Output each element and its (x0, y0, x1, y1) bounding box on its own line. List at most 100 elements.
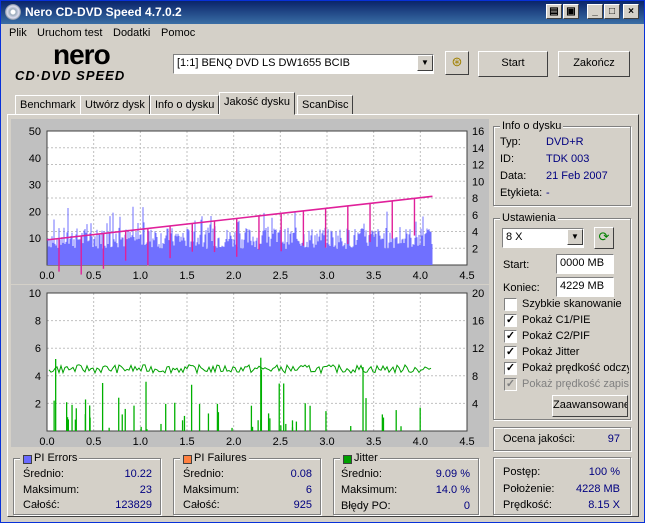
menu-plik[interactable]: Plik (9, 27, 27, 39)
pif-total-value: 925 (293, 499, 312, 511)
y-tick-right: 12 (472, 343, 484, 355)
y-tick-right: 16 (472, 126, 484, 138)
label-value: - (546, 187, 550, 199)
progress-label: Postęp: (503, 466, 541, 478)
plot-area (47, 293, 467, 431)
eject-button[interactable]: ⊛ (445, 51, 469, 75)
position-value: 4228 MB (575, 483, 620, 495)
label-label: Etykieta: (500, 187, 543, 199)
menu-dodatki[interactable]: Dodatki (113, 27, 150, 39)
x-tick: 2.5 (273, 270, 288, 282)
close-button[interactable]: × (623, 4, 639, 19)
y-tick-left: 8 (35, 316, 41, 328)
jitter-avg-value: 9.09 % (435, 468, 470, 480)
id-value: TDK 003 (546, 153, 590, 165)
menu-uruchom-test[interactable]: Uruchom test (37, 27, 102, 39)
chevron-down-icon[interactable]: ▼ (567, 229, 583, 245)
pif-avg-label: Średnio: (183, 468, 224, 480)
x-tick: 1.0 (133, 436, 148, 447)
y-tick-left: 10 (29, 288, 41, 300)
checkbox-row[interactable]: ✓ Pokaż C1/PIE (503, 314, 629, 328)
pi-failures-chart: 10 8 6 4 2 20 16 12 8 4 0.0 0.5 1.0 1.5 2.0 2.5 3.0 3.5 4.… (11, 285, 489, 447)
x-tick: 0.5 (86, 270, 101, 282)
refresh-icon[interactable]: ⟳ (594, 227, 614, 249)
checkbox-label: Pokaż C2/PIF (522, 330, 590, 342)
tab-benchmark[interactable]: Benchmark (15, 95, 81, 115)
y-tick-right: 14 (472, 143, 484, 155)
pie-total-value: 123829 (115, 499, 152, 511)
y-tick-right: 10 (472, 176, 484, 188)
checkbox-label: Szybkie skanowanie (522, 298, 622, 310)
speed-select[interactable]: 8 X ▼ (502, 228, 584, 248)
y-tick-right: 4 (472, 227, 478, 239)
tab-create-disc[interactable]: Utwórz dysk (80, 95, 150, 115)
minimize-button[interactable]: _ (587, 4, 603, 19)
pi-errors-swatch (23, 455, 32, 464)
po-errors-label: Błędy PO: (341, 500, 391, 512)
help-icon[interactable]: ▤ (546, 4, 562, 19)
pie-max-value: 23 (139, 484, 152, 496)
tab-disc-quality[interactable]: Jakość dysku (219, 92, 296, 115)
y-tick-left: 30 (29, 180, 41, 192)
y-tick-left: 6 (35, 343, 41, 355)
title-bar[interactable]: Nero CD-DVD Speed 4.7.0.2 ▤ ▣ _ □ × (1, 1, 644, 24)
x-tick: 4.0 (413, 436, 428, 447)
save-icon[interactable]: ▣ (563, 4, 579, 19)
y-tick-right: 4 (472, 398, 478, 410)
checkbox[interactable]: ✓ (504, 330, 517, 343)
checkbox-row[interactable]: ✓ Pokaż Jitter (503, 346, 629, 360)
x-tick: 2.0 (226, 270, 241, 282)
checkbox-row[interactable]: ✓ Pokaż prędkość zapisu (503, 378, 629, 392)
drive-select[interactable]: [1:1] BENQ DVD LS DW1655 BCIB ▼ (173, 54, 434, 74)
type-label: Typ: (500, 136, 521, 148)
pif-max-label: Maksimum: (183, 484, 240, 496)
pi-failures-group: PI Failures Średnio: 0.08 Maksimum: 6 Ca… (173, 452, 321, 515)
speed-select-value: 8 X (506, 231, 523, 243)
start-button[interactable]: Start (478, 51, 548, 77)
start-field[interactable]: 0000 MB (556, 254, 614, 274)
date-value: 21 Feb 2007 (546, 170, 608, 182)
x-tick: 1.5 (179, 270, 194, 282)
checkbox[interactable]: ✓ (504, 314, 517, 327)
tab-disc-info[interactable]: Info o dysku (150, 95, 220, 115)
chevron-down-icon[interactable]: ▼ (417, 55, 433, 71)
app-window: Nero CD-DVD Speed 4.7.0.2 ▤ ▣ _ □ × Plik… (0, 0, 645, 523)
x-tick: 1.0 (133, 270, 148, 282)
logo-cdspeed-text: CD·DVD SPEED (15, 68, 126, 83)
checkbox[interactable] (504, 298, 517, 311)
menu-pomoc[interactable]: Pomoc (161, 27, 195, 39)
jitter-avg-label: Średnio: (341, 468, 382, 480)
quality-group: Ocena jakości: 97 (493, 427, 631, 451)
nero-logo: nero CD·DVD SPEED (15, 39, 160, 83)
advanced-button[interactable]: Zaawansowane (552, 395, 628, 417)
checkbox-label: Pokaż C1/PIE (522, 314, 591, 326)
checkbox[interactable]: ✓ (504, 362, 517, 375)
checkbox-row[interactable]: ✓ Pokaż C2/PIF (503, 330, 629, 344)
x-tick: 0.5 (86, 436, 101, 447)
checkbox[interactable]: ✓ (504, 378, 517, 391)
checkbox-label: Pokaż prędkość zapisu (522, 378, 629, 390)
po-errors-value: 0 (463, 500, 470, 512)
pie-avg-label: Średnio: (23, 468, 64, 480)
end-label: Koniec: (503, 282, 540, 294)
quit-button[interactable]: Zakończ (558, 51, 630, 77)
y-tick-left: 20 (29, 206, 41, 218)
y-tick-left: 10 (29, 233, 41, 245)
x-tick: 3.0 (319, 436, 334, 447)
type-value: DVD+R (546, 136, 584, 148)
checkbox-row[interactable]: Szybkie skanowanie (503, 298, 629, 312)
disc-info-group: Info o dysku Typ: DVD+R ID: TDK 003 Data… (493, 120, 631, 206)
checkbox-row[interactable]: ✓ Pokaż prędkość odczytu (503, 362, 629, 376)
settings-checkboxes: Szybkie skanowanie ✓ Pokaż C1/PIE ✓ Pokaż C2… (503, 298, 629, 394)
x-tick: 4.5 (459, 270, 474, 282)
maximize-button[interactable]: □ (604, 4, 620, 19)
end-field[interactable]: 4229 MB (556, 277, 614, 297)
checkbox[interactable]: ✓ (504, 346, 517, 359)
progress-group: Postęp: 100 % Położenie: 4228 MB Prędkoś… (493, 457, 631, 515)
x-tick: 3.0 (319, 270, 334, 282)
quality-value: 97 (607, 433, 620, 445)
tab-scandisc[interactable]: ScanDisc (297, 95, 354, 115)
x-tick: 3.5 (366, 436, 381, 447)
x-tick: 2.5 (273, 436, 288, 447)
drive-select-value: [1:1] BENQ DVD LS DW1655 BCIB (177, 57, 351, 69)
